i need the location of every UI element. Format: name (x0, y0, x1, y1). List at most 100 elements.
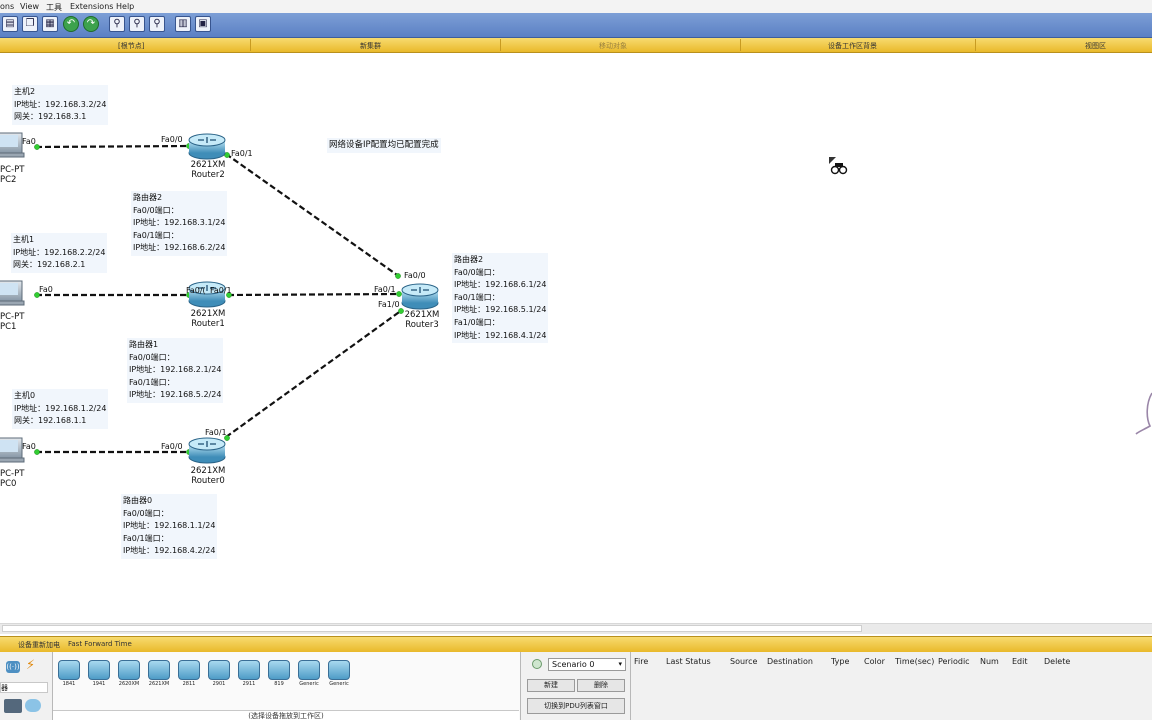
pc2-note: 主机2 IP地址：192.168.3.2/24 网关：192.168.3.1 (12, 85, 109, 125)
router-category-icon[interactable] (25, 699, 41, 712)
custom-device-icon[interactable]: ▣ (195, 16, 211, 32)
divider (975, 39, 976, 51)
device-label: 1841 (62, 681, 76, 687)
device-2620xm[interactable]: 2620XM (116, 660, 142, 688)
pc1-type: PC-PT (0, 312, 25, 322)
delete-scenario-button[interactable]: 删除 (577, 679, 625, 692)
toggle-pdu-list-button[interactable]: 切换到PDU列表窗口 (527, 698, 625, 714)
wireless-category-icon[interactable]: ((·)) (6, 661, 20, 673)
device-label: 2621XM (148, 681, 170, 687)
router3-caption: 2621XM Router3 (396, 310, 448, 330)
menu-view[interactable]: View (20, 2, 39, 11)
menu-extensions[interactable]: Extensions (70, 2, 113, 11)
router1-caption: 2621XM Router1 (182, 309, 234, 329)
device-generic[interactable]: Generic (296, 660, 322, 688)
pc0-device-icon[interactable] (0, 437, 25, 463)
column-periodic: Periodic (938, 657, 970, 666)
link-router2-router3[interactable] (225, 153, 401, 278)
zoom-in-icon[interactable]: ⚲ (109, 16, 125, 32)
router0-device-icon[interactable] (188, 437, 226, 464)
router2-device-icon[interactable] (188, 133, 226, 160)
device-label: 2911 (242, 681, 256, 687)
category-label: 器 (0, 682, 48, 693)
device-category-panel: ((·)) ⚡ 器 (0, 652, 53, 720)
new-cluster-button[interactable]: 新集群 (360, 41, 381, 51)
router-icon (148, 660, 170, 680)
router3-port-label: Fa0/1 (374, 285, 396, 294)
device-label: Generic (299, 681, 319, 687)
pc2-device-icon[interactable] (0, 132, 25, 158)
router2-note: 路由器2 Fa0/0端口： IP地址：192.168.3.1/24 Fa0/1端… (131, 191, 228, 256)
redo-icon[interactable]: ↷ (83, 16, 99, 32)
router-icon (268, 660, 290, 680)
device-819[interactable]: 819 (266, 660, 292, 688)
power-cycle-button[interactable]: 设备重新加电 (18, 640, 60, 650)
pc1-caption: PC-PT PC1 (0, 312, 24, 332)
main-toolbar: ▤ ❐ ▦ ↶ ↷ ⚲ ⚲ ⚲ ▥ ▣ (0, 13, 1152, 38)
pc2-name: PC2 (0, 175, 17, 185)
scrollbar-thumb[interactable] (2, 625, 862, 632)
zoom-reset-icon[interactable]: ⚲ (129, 16, 145, 32)
router0-port-label: Fa0/1 (205, 428, 227, 437)
root-node-button[interactable]: [根节点] (118, 41, 144, 51)
menu-bar: ons View 工具 Extensions Help (0, 0, 1152, 14)
palette-icon[interactable]: ▥ (175, 16, 191, 32)
viewport-button[interactable]: 视图区 (1085, 41, 1106, 51)
menu-tools[interactable]: 工具 (46, 2, 62, 13)
pc0-type: PC-PT (0, 469, 25, 479)
router1-note: 路由器1 Fa0/0端口： IP地址：192.168.2.1/24 Fa0/1端… (127, 338, 224, 403)
device-generic[interactable]: Generic (326, 660, 352, 688)
fast-forward-button[interactable]: Fast Forward Time (68, 640, 132, 648)
device-2621xm[interactable]: 2621XM (146, 660, 172, 688)
link-router1-router3[interactable] (227, 292, 401, 297)
device-label: 819 (274, 681, 284, 687)
column-time: Time(sec) (895, 657, 935, 666)
pc0-note: 主机0 IP地址：192.168.1.2/24 网关：192.168.1.1 (12, 389, 109, 429)
scenario-select[interactable]: Scenario 0 ▾ (548, 658, 626, 671)
device-label: 2811 (182, 681, 196, 687)
zoom-out-icon[interactable]: ⚲ (149, 16, 165, 32)
workspace-scrollbar[interactable] (0, 623, 1152, 634)
logical-workspace[interactable]: 主机2 IP地址：192.168.3.2/24 网关：192.168.3.1 主… (0, 53, 1152, 623)
set-background-button[interactable]: 设备工作区背景 (828, 41, 877, 51)
chevron-down-icon: ▾ (618, 660, 622, 668)
menu-help[interactable]: Help (116, 2, 134, 11)
pc2-port-label: Fa0 (22, 137, 36, 146)
device-1841[interactable]: 1841 (56, 660, 82, 688)
link-pc2-router2[interactable] (35, 144, 191, 149)
device-2901[interactable]: 2901 (206, 660, 232, 688)
info-icon[interactable] (532, 659, 542, 669)
link-router0-router3[interactable] (225, 309, 403, 438)
router-icon (298, 660, 320, 680)
device-2911[interactable]: 2911 (236, 660, 262, 688)
print-icon[interactable]: ▤ (2, 16, 18, 32)
divider (250, 39, 251, 51)
column-type: Type (831, 657, 850, 666)
paste-icon[interactable]: ▦ (42, 16, 58, 32)
router3-name: Router3 (405, 320, 439, 330)
new-scenario-button[interactable]: 新建 (527, 679, 575, 692)
device-2811[interactable]: 2811 (176, 660, 202, 688)
device-1941[interactable]: 1941 (86, 660, 112, 688)
pc2-caption: PC-PT PC2 (0, 165, 24, 185)
column-num: Num (980, 657, 999, 666)
router1-port-label: Fa0/( (186, 286, 206, 295)
undo-icon[interactable]: ↶ (63, 16, 79, 32)
pc1-name: PC1 (0, 322, 17, 332)
copy-icon[interactable]: ❐ (22, 16, 38, 32)
move-object-button[interactable]: 移动对象 (599, 41, 627, 51)
pc1-device-icon[interactable] (0, 280, 25, 306)
connections-category-icon[interactable]: ⚡ (26, 659, 42, 673)
router-icon (118, 660, 140, 680)
menu-options[interactable]: ons (0, 2, 14, 11)
router0-name: Router0 (191, 476, 225, 486)
end-device-category-icon[interactable] (4, 699, 22, 713)
workspace-bar: [根节点] 新集群 移动对象 设备工作区背景 视图区 (0, 38, 1152, 53)
router0-model: 2621XM (190, 466, 226, 476)
router0-note: 路由器0 Fa0/0端口： IP地址：192.168.1.1/24 Fa0/1端… (121, 494, 218, 559)
router-icon (178, 660, 200, 680)
router2-caption: 2621XM Router2 (182, 160, 234, 180)
router1-name: Router1 (191, 319, 225, 329)
router3-device-icon[interactable] (401, 283, 439, 310)
router0-caption: 2621XM Router0 (182, 466, 234, 486)
